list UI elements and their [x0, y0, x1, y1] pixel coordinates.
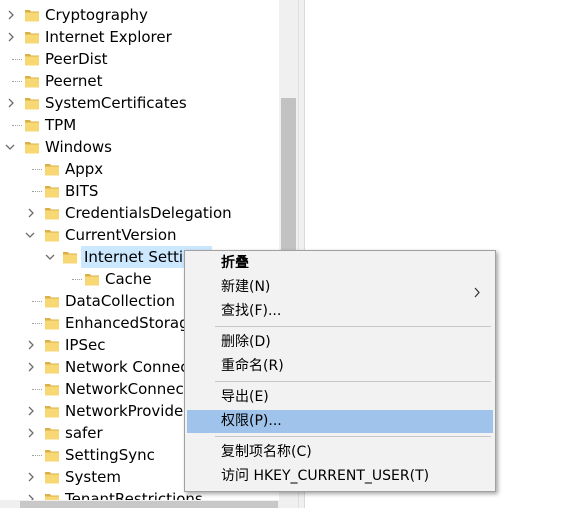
tree-item-label: CredentialsDelegation: [65, 204, 232, 222]
tree-item-peerdist[interactable]: PeerDist: [0, 48, 279, 70]
menu-item-export[interactable]: 导出(E): [187, 386, 493, 409]
folder-icon: [44, 425, 60, 441]
folder-icon: [44, 227, 60, 243]
tree-item-label: SettingSync: [65, 446, 155, 464]
menu-item-label: 访问 HKEY_CURRENT_USER(T): [221, 468, 430, 484]
tree-item-credentialsdelegation[interactable]: CredentialsDelegation: [0, 202, 279, 224]
folder-icon: [44, 381, 60, 397]
tree-item-label: safer: [65, 424, 103, 442]
menu-item-rename[interactable]: 重命名(R): [187, 355, 493, 378]
chevron-right-icon[interactable]: [27, 356, 37, 378]
chevron-right-icon[interactable]: [27, 422, 37, 444]
menu-item-label: 查找(F)...: [221, 303, 282, 319]
tree-item-peernet[interactable]: Peernet: [0, 70, 279, 92]
tree-item-label: TPM: [45, 116, 77, 134]
folder-icon: [24, 139, 40, 155]
menu-item-delete[interactable]: 删除(D): [187, 331, 493, 354]
folder-icon: [24, 51, 40, 67]
scrollbar-thumb[interactable]: [20, 501, 278, 508]
folder-icon: [24, 7, 40, 23]
tree-item-label: Peernet: [45, 72, 103, 90]
chevron-down-icon[interactable]: [5, 136, 15, 158]
tree-item-label: SystemCertificates: [45, 94, 187, 112]
tree-item-label: PeerDist: [45, 50, 108, 68]
tree-item-bits[interactable]: BITS: [0, 180, 279, 202]
tree-item-label: Cache: [105, 270, 152, 288]
menu-separator: [215, 436, 491, 437]
tree-connector: [72, 279, 82, 280]
folder-icon: [44, 403, 60, 419]
menu-item-label: 导出(E): [221, 389, 269, 405]
menu-item-new[interactable]: 新建(N): [187, 276, 493, 299]
chevron-right-icon[interactable]: [7, 26, 17, 48]
chevron-right-icon[interactable]: [7, 92, 17, 114]
tree-item-label: Appx: [65, 160, 104, 178]
tree-item-cryptography[interactable]: Cryptography: [0, 4, 279, 26]
tree-connector: [32, 301, 42, 302]
chevron-right-icon[interactable]: [7, 4, 17, 26]
tree-item-label: NetworkProvider: [65, 402, 190, 420]
tree-connector: [32, 191, 42, 192]
folder-icon: [44, 359, 60, 375]
chevron-right-icon[interactable]: [27, 466, 37, 488]
tree-item-label: Cryptography: [45, 6, 148, 24]
folder-icon: [24, 117, 40, 133]
horizontal-scrollbar[interactable]: [0, 500, 279, 508]
folder-icon: [44, 293, 60, 309]
menu-separator: [215, 326, 491, 327]
menu-item-collapse[interactable]: 折叠: [187, 252, 493, 275]
folder-icon: [44, 161, 60, 177]
folder-icon: [24, 73, 40, 89]
tree-connector: [12, 125, 22, 126]
tree-item-label: Windows: [45, 138, 112, 156]
menu-item-label: 重命名(R): [221, 358, 284, 374]
tree-item-label: DataCollection: [65, 292, 176, 310]
tree-item-internet-explorer[interactable]: Internet Explorer: [0, 26, 279, 48]
tree-item-tpm[interactable]: TPM: [0, 114, 279, 136]
chevron-down-icon[interactable]: [25, 224, 35, 246]
chevron-right-icon[interactable]: [27, 334, 37, 356]
tree-connector: [32, 455, 42, 456]
folder-icon: [44, 447, 60, 463]
menu-item-permissions[interactable]: 权限(P)...: [187, 410, 493, 433]
context-menu: 折叠 新建(N) 查找(F)... 删除(D) 重命名(R) 导出(E) 权限(…: [184, 250, 496, 492]
tree-item-label: IPSec: [65, 336, 106, 354]
menu-item-label: 新建(N): [221, 279, 271, 295]
tree-item-label: Internet Explorer: [45, 28, 172, 46]
tree-connector: [12, 81, 22, 82]
tree-connector: [12, 59, 22, 60]
chevron-right-icon[interactable]: [27, 202, 37, 224]
menu-item-label: 复制项名称(C): [221, 444, 312, 460]
menu-item-find[interactable]: 查找(F)...: [187, 300, 493, 323]
folder-icon: [62, 249, 78, 265]
menu-item-label: 权限(P)...: [221, 413, 282, 429]
tree-item-appx[interactable]: Appx: [0, 158, 279, 180]
menu-item-label: 折叠: [221, 255, 249, 271]
folder-icon: [24, 29, 40, 45]
menu-separator: [215, 381, 491, 382]
tree-item-systemcertificates[interactable]: SystemCertificates: [0, 92, 279, 114]
folder-icon: [44, 183, 60, 199]
folder-icon: [44, 337, 60, 353]
tree-connector: [32, 389, 42, 390]
tree-item-label: System: [65, 468, 121, 486]
tree-item-label: BITS: [65, 182, 99, 200]
tree-connector: [32, 169, 42, 170]
folder-icon: [24, 95, 40, 111]
menu-item-label: 删除(D): [221, 334, 271, 350]
folder-icon: [84, 271, 100, 287]
chevron-right-icon[interactable]: [27, 400, 37, 422]
tree-item-label: CurrentVersion: [65, 226, 177, 244]
folder-icon: [44, 315, 60, 331]
menu-item-goto-hkcu[interactable]: 访问 HKEY_CURRENT_USER(T): [187, 465, 493, 488]
menu-item-copy-key-name[interactable]: 复制项名称(C): [187, 441, 493, 464]
tree-connector: [32, 323, 42, 324]
chevron-down-icon[interactable]: [45, 246, 55, 268]
tree-item-windows[interactable]: Windows: [0, 136, 279, 158]
folder-icon: [44, 469, 60, 485]
folder-icon: [44, 205, 60, 221]
tree-item-currentversion[interactable]: CurrentVersion: [0, 224, 279, 246]
